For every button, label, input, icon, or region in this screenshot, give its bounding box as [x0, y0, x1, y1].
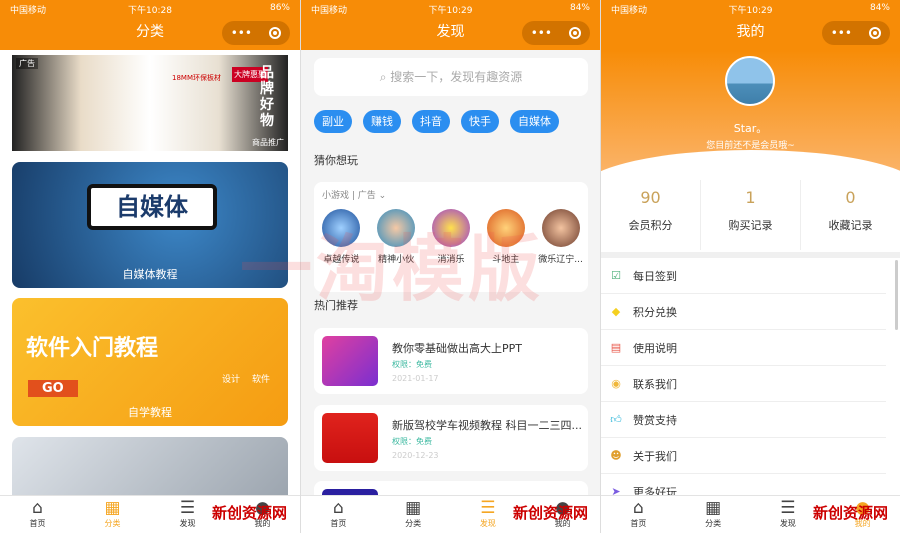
ad-label[interactable]: 广告 — [358, 191, 376, 201]
tag-chip[interactable]: 副业 — [314, 110, 352, 133]
nav-bar: 我的 ••• — [601, 17, 900, 50]
grid-search-icon: ▦ — [104, 498, 121, 518]
menu-item-guide[interactable]: ▤ 使用说明 — [601, 330, 886, 366]
home-icon: ⌂ — [332, 498, 344, 518]
scrollbar[interactable] — [895, 260, 898, 330]
stat-points[interactable]: 90 会员积分 — [601, 180, 701, 250]
nav-bar: 发现 ••• — [301, 17, 600, 50]
discover-screen: 中国移动 下午10:29 84% 发现 ••• ⌕ 搜索一下，发现有趣资源 副业 赚… — [300, 0, 600, 533]
tab-home[interactable]: ⌂ 首页 — [301, 496, 376, 533]
document-icon: ▤ — [610, 341, 622, 354]
more-icon[interactable]: ••• — [231, 18, 252, 48]
tab-bar: ⌂ 首页 ▦ 分类 ☰ 发现 ● 我的 — [0, 495, 300, 533]
tab-discover[interactable]: ☰ 发现 — [751, 496, 826, 533]
game-item[interactable]: 消消乐 — [426, 209, 476, 265]
close-mini-program-icon[interactable] — [269, 27, 282, 39]
ad-banner[interactable]: 广告 18MM环保板材 大牌惠聚 品牌好物 商品推广 — [12, 55, 288, 151]
mine-screen: 中国移动 下午10:29 84% 我的 ••• Star。 您目前还不是会员哦~ 9… — [600, 0, 900, 533]
diamond-icon: ◆ — [611, 305, 621, 318]
avatar[interactable] — [725, 56, 775, 106]
tab-mine[interactable]: ● 我的 — [525, 496, 600, 533]
list-item[interactable]: 新版驾校学车视频教程 科目一二三四... 权限：免费 2020-12-23 — [314, 405, 588, 471]
tag-chip[interactable]: 抖音 — [412, 110, 450, 133]
game-item[interactable]: 微乐辽宁... — [536, 209, 586, 265]
grid-search-icon: ▦ — [405, 498, 422, 518]
user-icon: ● — [855, 498, 871, 518]
category-card-media[interactable]: 自媒体 自媒体教程 — [12, 162, 288, 288]
page-title: 我的 — [736, 24, 765, 40]
game-item[interactable]: 卓越传说 — [316, 209, 366, 265]
section-title: 猜你想玩 — [314, 154, 358, 167]
tab-mine[interactable]: ● 我的 — [825, 496, 900, 533]
capsule-menu[interactable]: ••• — [222, 21, 290, 45]
list-item[interactable]: 教你零基础做出高大上PPT 权限：免费 2021-01-17 — [314, 328, 588, 394]
category-screen: 中国移动 下午10:28 86% 分类 ••• 广告 18MM环保板材 大牌惠聚 品… — [0, 0, 300, 533]
menu-item-checkin[interactable]: ☑ 每日签到 — [601, 258, 886, 294]
tab-home[interactable]: ⌂ 首页 — [0, 496, 75, 533]
list-icon: ☰ — [480, 498, 496, 518]
search-icon: ⌕ — [379, 70, 391, 84]
membership-status: 您目前还不是会员哦~ — [706, 141, 795, 151]
tab-category[interactable]: ▦ 分类 — [376, 496, 451, 533]
user-name: Star。 — [733, 122, 768, 135]
search-input[interactable]: ⌕ 搜索一下，发现有趣资源 — [314, 58, 588, 96]
tag-chip[interactable]: 快手 — [461, 110, 499, 133]
menu-item-support[interactable]: 👍︎ 赞赏支持 — [601, 402, 886, 438]
calendar-check-icon: ☑ — [611, 269, 621, 282]
tab-category[interactable]: ▦ 分类 — [75, 496, 150, 533]
thumbs-up-icon: 👍︎ — [610, 413, 622, 426]
grid-search-icon: ▦ — [705, 498, 722, 518]
menu-list: ☑ 每日签到 ◆ 积分兑换 ▤ 使用说明 ◉ 联系我们 👍︎ 赞赏支持 ☻ 关于我们 ➤ 更多… — [601, 258, 900, 510]
stat-purchases[interactable]: 1 购买记录 — [701, 180, 801, 250]
people-icon: ☻ — [610, 449, 622, 462]
tag-chip[interactable]: 自媒体 — [510, 110, 559, 133]
tab-mine[interactable]: ● 我的 — [225, 496, 300, 533]
section-title: 热门推荐 — [314, 299, 358, 312]
page-title: 分类 — [136, 24, 164, 40]
close-mini-program-icon[interactable] — [569, 27, 582, 39]
stats-row: 90 会员积分 1 购买记录 0 收藏记录 — [601, 180, 900, 250]
capsule-menu[interactable]: ••• — [522, 21, 590, 45]
tab-discover[interactable]: ☰ 发现 — [451, 496, 526, 533]
game-item[interactable]: 精神小伙 — [371, 209, 421, 265]
home-icon: ⌂ — [632, 498, 644, 518]
tab-discover[interactable]: ☰ 发现 — [150, 496, 225, 533]
menu-item-about[interactable]: ☻ 关于我们 — [601, 438, 886, 474]
page-title: 发现 — [436, 24, 465, 40]
list-icon: ☰ — [179, 498, 196, 518]
nav-bar: 分类 ••• — [0, 17, 300, 50]
games-card: 小游戏 | 广告 ⌄ 卓越传说 精神小伙 消消乐 斗地主 微乐辽宁... — [314, 182, 588, 292]
user-icon: ● — [555, 498, 571, 518]
capsule-menu[interactable]: ••• — [822, 21, 890, 45]
more-icon[interactable]: ••• — [831, 18, 852, 48]
chat-icon: ◉ — [611, 377, 621, 390]
menu-item-contact[interactable]: ◉ 联系我们 — [601, 366, 886, 402]
home-icon: ⌂ — [32, 498, 43, 518]
game-item[interactable]: 斗地主 — [481, 209, 531, 265]
status-bar: 中国移动 下午10:29 84% — [301, 0, 600, 17]
status-bar: 中国移动 下午10:28 86% — [0, 0, 300, 17]
tab-bar: ⌂ 首页 ▦ 分类 ☰ 发现 ● 我的 — [601, 495, 900, 533]
list-icon: ☰ — [780, 498, 796, 518]
tag-list: 副业 赚钱 抖音 快手 自媒体 — [314, 110, 559, 133]
tab-home[interactable]: ⌂ 首页 — [601, 496, 676, 533]
tag-chip[interactable]: 赚钱 — [363, 110, 401, 133]
more-icon[interactable]: ••• — [531, 18, 552, 48]
menu-item-exchange[interactable]: ◆ 积分兑换 — [601, 294, 886, 330]
stat-favorites[interactable]: 0 收藏记录 — [801, 180, 900, 250]
category-card-software[interactable]: 软件入门教程 GO 设计 软件 自学教程 — [12, 298, 288, 426]
user-icon: ● — [255, 498, 270, 518]
close-mini-program-icon[interactable] — [869, 27, 882, 39]
tab-category[interactable]: ▦ 分类 — [676, 496, 751, 533]
tab-bar: ⌂ 首页 ▦ 分类 ☰ 发现 ● 我的 — [301, 495, 600, 533]
status-bar: 中国移动 下午10:29 84% — [601, 0, 900, 17]
